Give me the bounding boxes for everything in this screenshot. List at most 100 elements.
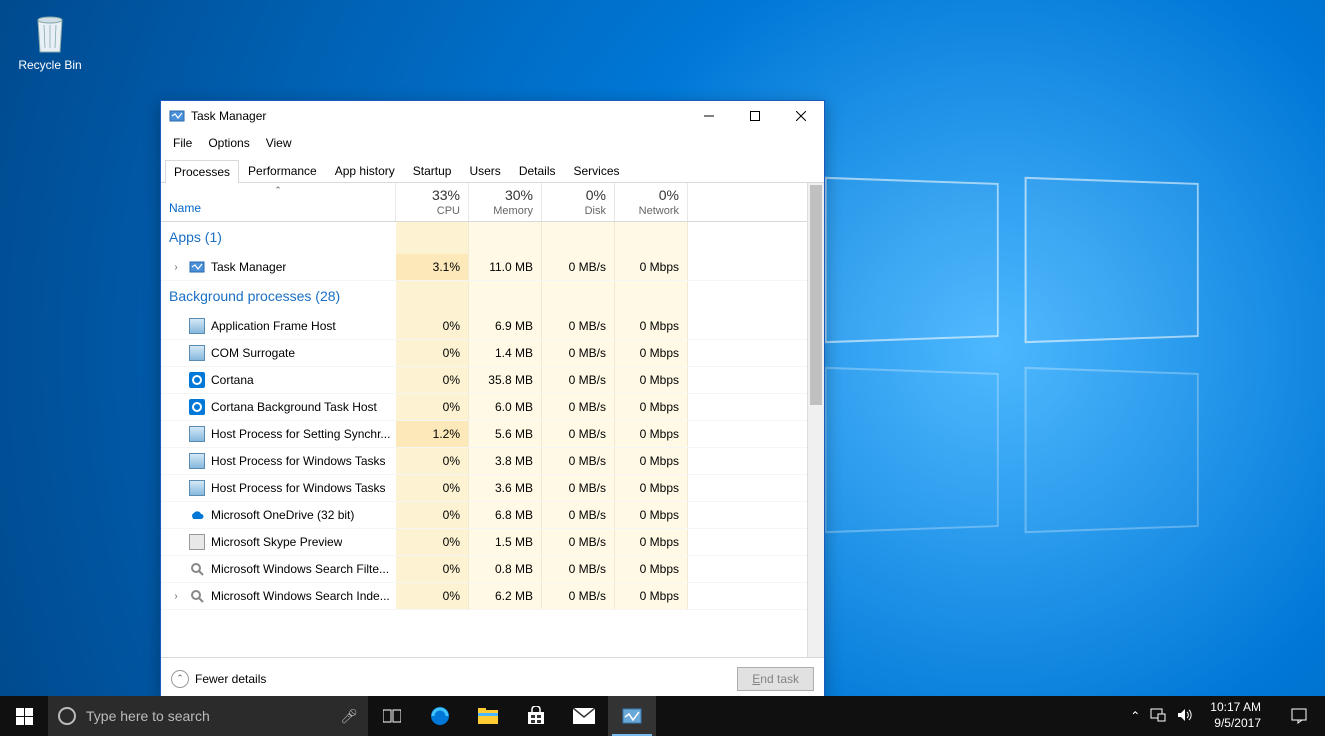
tab-services[interactable]: Services bbox=[565, 159, 629, 182]
cpu-cell: 0% bbox=[396, 583, 469, 609]
menu-options[interactable]: Options bbox=[200, 133, 257, 153]
memory-cell: 0.8 MB bbox=[469, 556, 542, 582]
tray-network-icon[interactable] bbox=[1150, 708, 1166, 725]
network-cell: 0 Mbps bbox=[615, 367, 688, 393]
column-name[interactable]: ⌃ Name bbox=[161, 183, 396, 221]
start-button[interactable] bbox=[0, 696, 48, 736]
tray-chevron-icon[interactable]: ⌃ bbox=[1130, 709, 1140, 723]
taskbar-mail[interactable] bbox=[560, 696, 608, 736]
column-disk[interactable]: 0%Disk bbox=[542, 183, 615, 221]
process-name: Host Process for Setting Synchr... bbox=[211, 427, 390, 441]
process-name: Host Process for Windows Tasks bbox=[211, 481, 386, 495]
column-memory[interactable]: 30%Memory bbox=[469, 183, 542, 221]
network-cell: 0 Mbps bbox=[615, 529, 688, 555]
disk-cell: 0 MB/s bbox=[542, 254, 615, 280]
cpu-cell: 0% bbox=[396, 556, 469, 582]
cpu-cell: 1.2% bbox=[396, 421, 469, 447]
taskbar-task-manager[interactable] bbox=[608, 696, 656, 736]
process-table[interactable]: ⌃ Name 33%CPU 30%Memory 0%Disk 0%Network… bbox=[161, 183, 807, 657]
menubar: File Options View bbox=[161, 131, 824, 155]
process-icon bbox=[189, 318, 205, 334]
process-icon bbox=[189, 534, 205, 550]
end-task-button[interactable]: End task bbox=[737, 667, 814, 691]
network-cell: 0 Mbps bbox=[615, 502, 688, 528]
menu-file[interactable]: File bbox=[165, 133, 200, 153]
task-view-button[interactable] bbox=[368, 696, 416, 736]
mic-icon[interactable]: 🎤︎ bbox=[340, 708, 358, 725]
taskbar-file-explorer[interactable] bbox=[464, 696, 512, 736]
tray-volume-icon[interactable] bbox=[1176, 707, 1192, 726]
group-header: Background processes (28) bbox=[161, 281, 396, 313]
process-name: Microsoft Windows Search Filte... bbox=[211, 562, 389, 576]
process-row[interactable]: Cortana0%35.8 MB0 MB/s0 Mbps bbox=[161, 367, 807, 394]
task-manager-window: Task Manager File Options View Processes… bbox=[160, 100, 825, 696]
tab-processes[interactable]: Processes bbox=[165, 160, 239, 183]
memory-cell: 6.8 MB bbox=[469, 502, 542, 528]
minimize-button[interactable] bbox=[686, 101, 732, 131]
process-row[interactable]: Microsoft Windows Search Filte... 0%0.8 M… bbox=[161, 556, 807, 583]
process-name: Application Frame Host bbox=[211, 319, 336, 333]
cpu-cell: 0% bbox=[396, 502, 469, 528]
cpu-cell: 0% bbox=[396, 448, 469, 474]
taskbar-store[interactable] bbox=[512, 696, 560, 736]
process-name: COM Surrogate bbox=[211, 346, 295, 360]
tab-app-history[interactable]: App history bbox=[326, 159, 404, 182]
expand-icon[interactable]: › bbox=[169, 591, 183, 602]
cpu-cell: 0% bbox=[396, 475, 469, 501]
network-cell: 0 Mbps bbox=[615, 448, 688, 474]
recycle-bin-icon[interactable]: Recycle Bin bbox=[15, 10, 85, 72]
scrollbar-thumb[interactable] bbox=[810, 185, 822, 405]
notification-center-button[interactable] bbox=[1279, 707, 1319, 725]
windows-logo-wallpaper bbox=[825, 180, 1225, 540]
disk-cell: 0 MB/s bbox=[542, 529, 615, 555]
process-row[interactable]: Host Process for Windows Tasks0%3.6 MB0 … bbox=[161, 475, 807, 502]
process-row[interactable]: ›Task Manager3.1%11.0 MB0 MB/s0 Mbps bbox=[161, 254, 807, 281]
desktop[interactable]: Recycle Bin Task Manager File Options Vi… bbox=[0, 0, 1325, 696]
scrollbar[interactable] bbox=[807, 183, 824, 657]
maximize-button[interactable] bbox=[732, 101, 778, 131]
cpu-cell: 0% bbox=[396, 340, 469, 366]
search-box[interactable]: Type here to search 🎤︎ bbox=[48, 696, 368, 736]
tab-startup[interactable]: Startup bbox=[404, 159, 461, 182]
network-cell: 0 Mbps bbox=[615, 254, 688, 280]
memory-cell: 35.8 MB bbox=[469, 367, 542, 393]
process-name: Cortana bbox=[211, 373, 254, 387]
memory-cell: 1.5 MB bbox=[469, 529, 542, 555]
process-row[interactable]: COM Surrogate0%1.4 MB0 MB/s0 Mbps bbox=[161, 340, 807, 367]
process-icon bbox=[189, 480, 205, 496]
column-cpu[interactable]: 33%CPU bbox=[396, 183, 469, 221]
tab-performance[interactable]: Performance bbox=[239, 159, 326, 182]
process-icon bbox=[189, 345, 205, 361]
process-row[interactable]: Application Frame Host0%6.9 MB0 MB/s0 Mb… bbox=[161, 313, 807, 340]
titlebar[interactable]: Task Manager bbox=[161, 101, 824, 131]
process-row[interactable]: Host Process for Setting Synchr...1.2%5.… bbox=[161, 421, 807, 448]
process-name: Microsoft Skype Preview bbox=[211, 535, 342, 549]
window-title: Task Manager bbox=[191, 109, 686, 123]
taskbar-edge[interactable] bbox=[416, 696, 464, 736]
close-button[interactable] bbox=[778, 101, 824, 131]
process-row[interactable]: Microsoft OneDrive (32 bit)0%6.8 MB0 MB/… bbox=[161, 502, 807, 529]
process-icon bbox=[189, 259, 205, 275]
fewer-details-button[interactable]: ⌃ Fewer details bbox=[171, 670, 266, 688]
tab-details[interactable]: Details bbox=[510, 159, 565, 182]
memory-cell: 6.2 MB bbox=[469, 583, 542, 609]
tab-bar: ProcessesPerformanceApp historyStartupUs… bbox=[161, 155, 824, 183]
cpu-cell: 0% bbox=[396, 313, 469, 339]
taskbar-clock[interactable]: 10:17 AM 9/5/2017 bbox=[1202, 700, 1269, 731]
tab-users[interactable]: Users bbox=[460, 159, 509, 182]
sort-indicator-icon: ⌃ bbox=[274, 185, 282, 196]
memory-cell: 3.8 MB bbox=[469, 448, 542, 474]
cpu-cell: 0% bbox=[396, 529, 469, 555]
process-row[interactable]: Microsoft Skype Preview 0%1.5 MB0 MB/s0 M… bbox=[161, 529, 807, 556]
process-row[interactable]: ›Microsoft Windows Search Inde...0%6.2 M… bbox=[161, 583, 807, 610]
disk-cell: 0 MB/s bbox=[542, 556, 615, 582]
process-row[interactable]: Cortana Background Task Host0%6.0 MB0 MB… bbox=[161, 394, 807, 421]
menu-view[interactable]: View bbox=[258, 133, 300, 153]
network-cell: 0 Mbps bbox=[615, 421, 688, 447]
disk-cell: 0 MB/s bbox=[542, 583, 615, 609]
expand-icon[interactable]: › bbox=[169, 262, 183, 273]
column-network[interactable]: 0%Network bbox=[615, 183, 688, 221]
memory-cell: 6.9 MB bbox=[469, 313, 542, 339]
process-row[interactable]: Host Process for Windows Tasks0%3.8 MB0 … bbox=[161, 448, 807, 475]
taskbar: Type here to search 🎤︎ ⌃ 10:17 AM 9/5/20… bbox=[0, 696, 1325, 736]
